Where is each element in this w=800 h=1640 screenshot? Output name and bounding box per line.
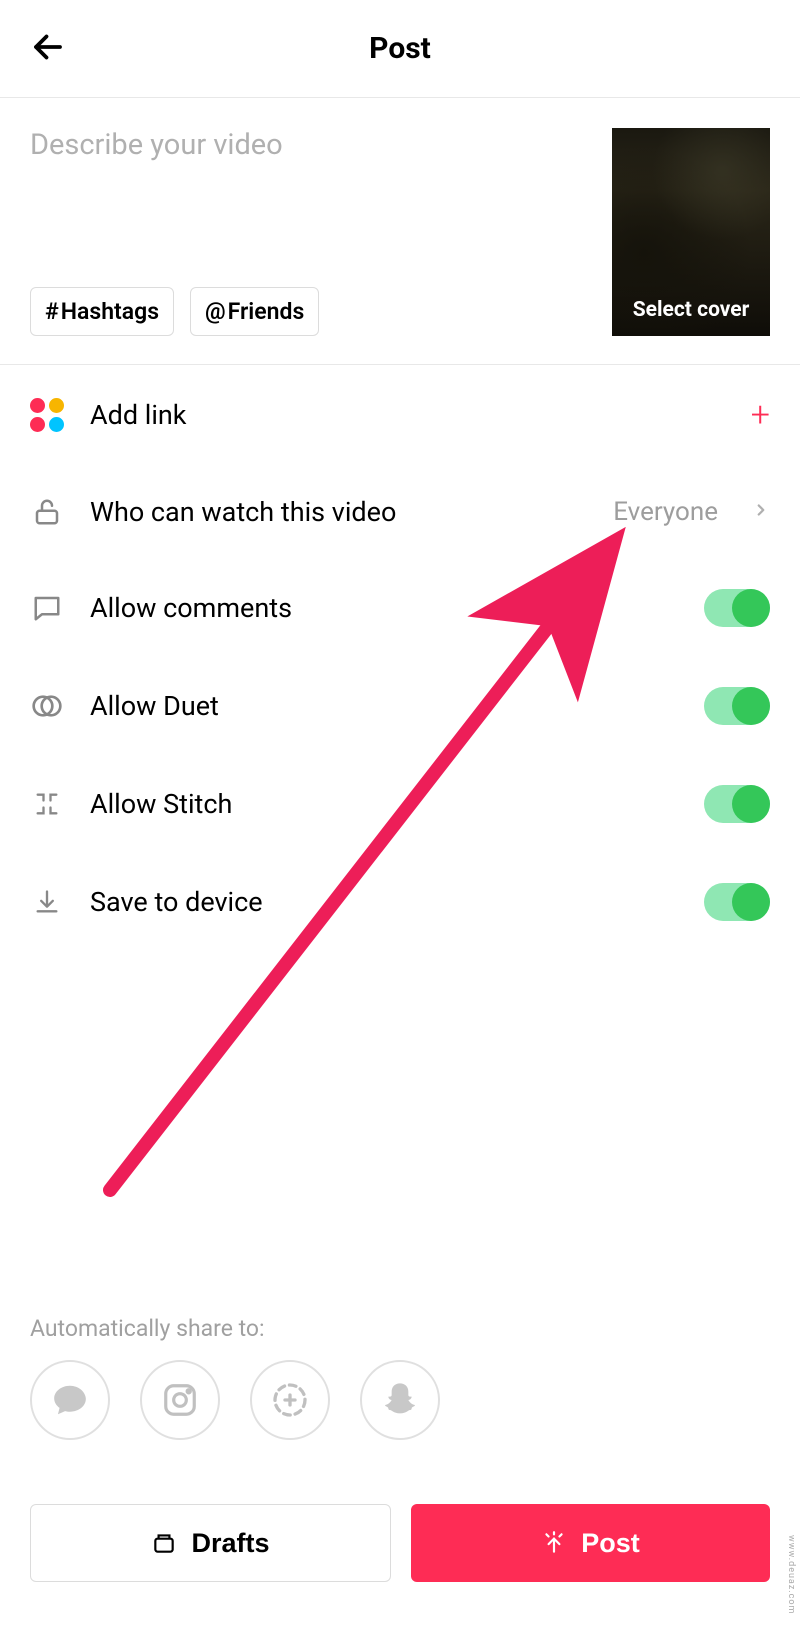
add-link-label: Add link [90,399,725,431]
hashtags-button[interactable]: #Hashtags [30,287,174,336]
chevron-right-icon [752,501,770,523]
post-button[interactable]: Post [411,1504,770,1582]
allow-stitch-row: Allow Stitch [0,755,800,853]
watermark: www.deuaz.com [786,1535,796,1614]
save-to-device-label: Save to device [90,886,678,918]
friends-button[interactable]: @Friends [190,287,319,336]
post-icon [541,1530,567,1556]
allow-stitch-label: Allow Stitch [90,788,678,820]
share-instagram-button[interactable] [140,1360,220,1440]
lock-icon [30,495,64,529]
add-link-row[interactable]: Add link + [0,365,800,465]
privacy-value: Everyone [613,497,718,527]
allow-stitch-toggle[interactable] [704,785,770,823]
drafts-icon [151,1530,177,1556]
plus-icon: + [751,395,770,435]
chat-bubble-icon [51,1381,89,1419]
share-stories-button[interactable] [250,1360,330,1440]
share-snapchat-button[interactable] [360,1360,440,1440]
select-cover-button[interactable]: Select cover [612,128,770,336]
allow-comments-label: Allow comments [90,592,678,624]
hash-icon: # [45,298,59,325]
page-title: Post [369,31,431,66]
cover-label: Select cover [612,298,770,322]
allow-duet-toggle[interactable] [704,687,770,725]
allow-duet-row: Allow Duet [0,657,800,755]
back-button[interactable] [30,29,66,69]
share-label: Automatically share to: [30,1315,440,1342]
instagram-icon [161,1381,199,1419]
comment-icon [30,591,64,625]
bottom-actions: Drafts Post [30,1504,770,1582]
save-to-device-toggle[interactable] [704,883,770,921]
snapchat-icon [380,1380,420,1420]
privacy-row[interactable]: Who can watch this video Everyone [0,465,800,559]
share-section: Automatically share to: [30,1315,440,1440]
share-messages-button[interactable] [30,1360,110,1440]
drafts-button[interactable]: Drafts [30,1504,391,1582]
allow-duet-label: Allow Duet [90,690,678,722]
allow-comments-toggle[interactable] [704,589,770,627]
download-icon [30,885,64,919]
caption-input[interactable] [30,128,592,230]
stories-icon [270,1380,310,1420]
header: Post [0,0,800,98]
allow-comments-row: Allow comments [0,559,800,657]
privacy-label: Who can watch this video [90,496,587,528]
duet-icon [30,689,64,723]
link-dots-icon [30,398,64,432]
stitch-icon [30,787,64,821]
at-icon: @ [205,298,226,325]
compose-section: #Hashtags @Friends Select cover [0,98,800,365]
save-to-device-row: Save to device [0,853,800,951]
